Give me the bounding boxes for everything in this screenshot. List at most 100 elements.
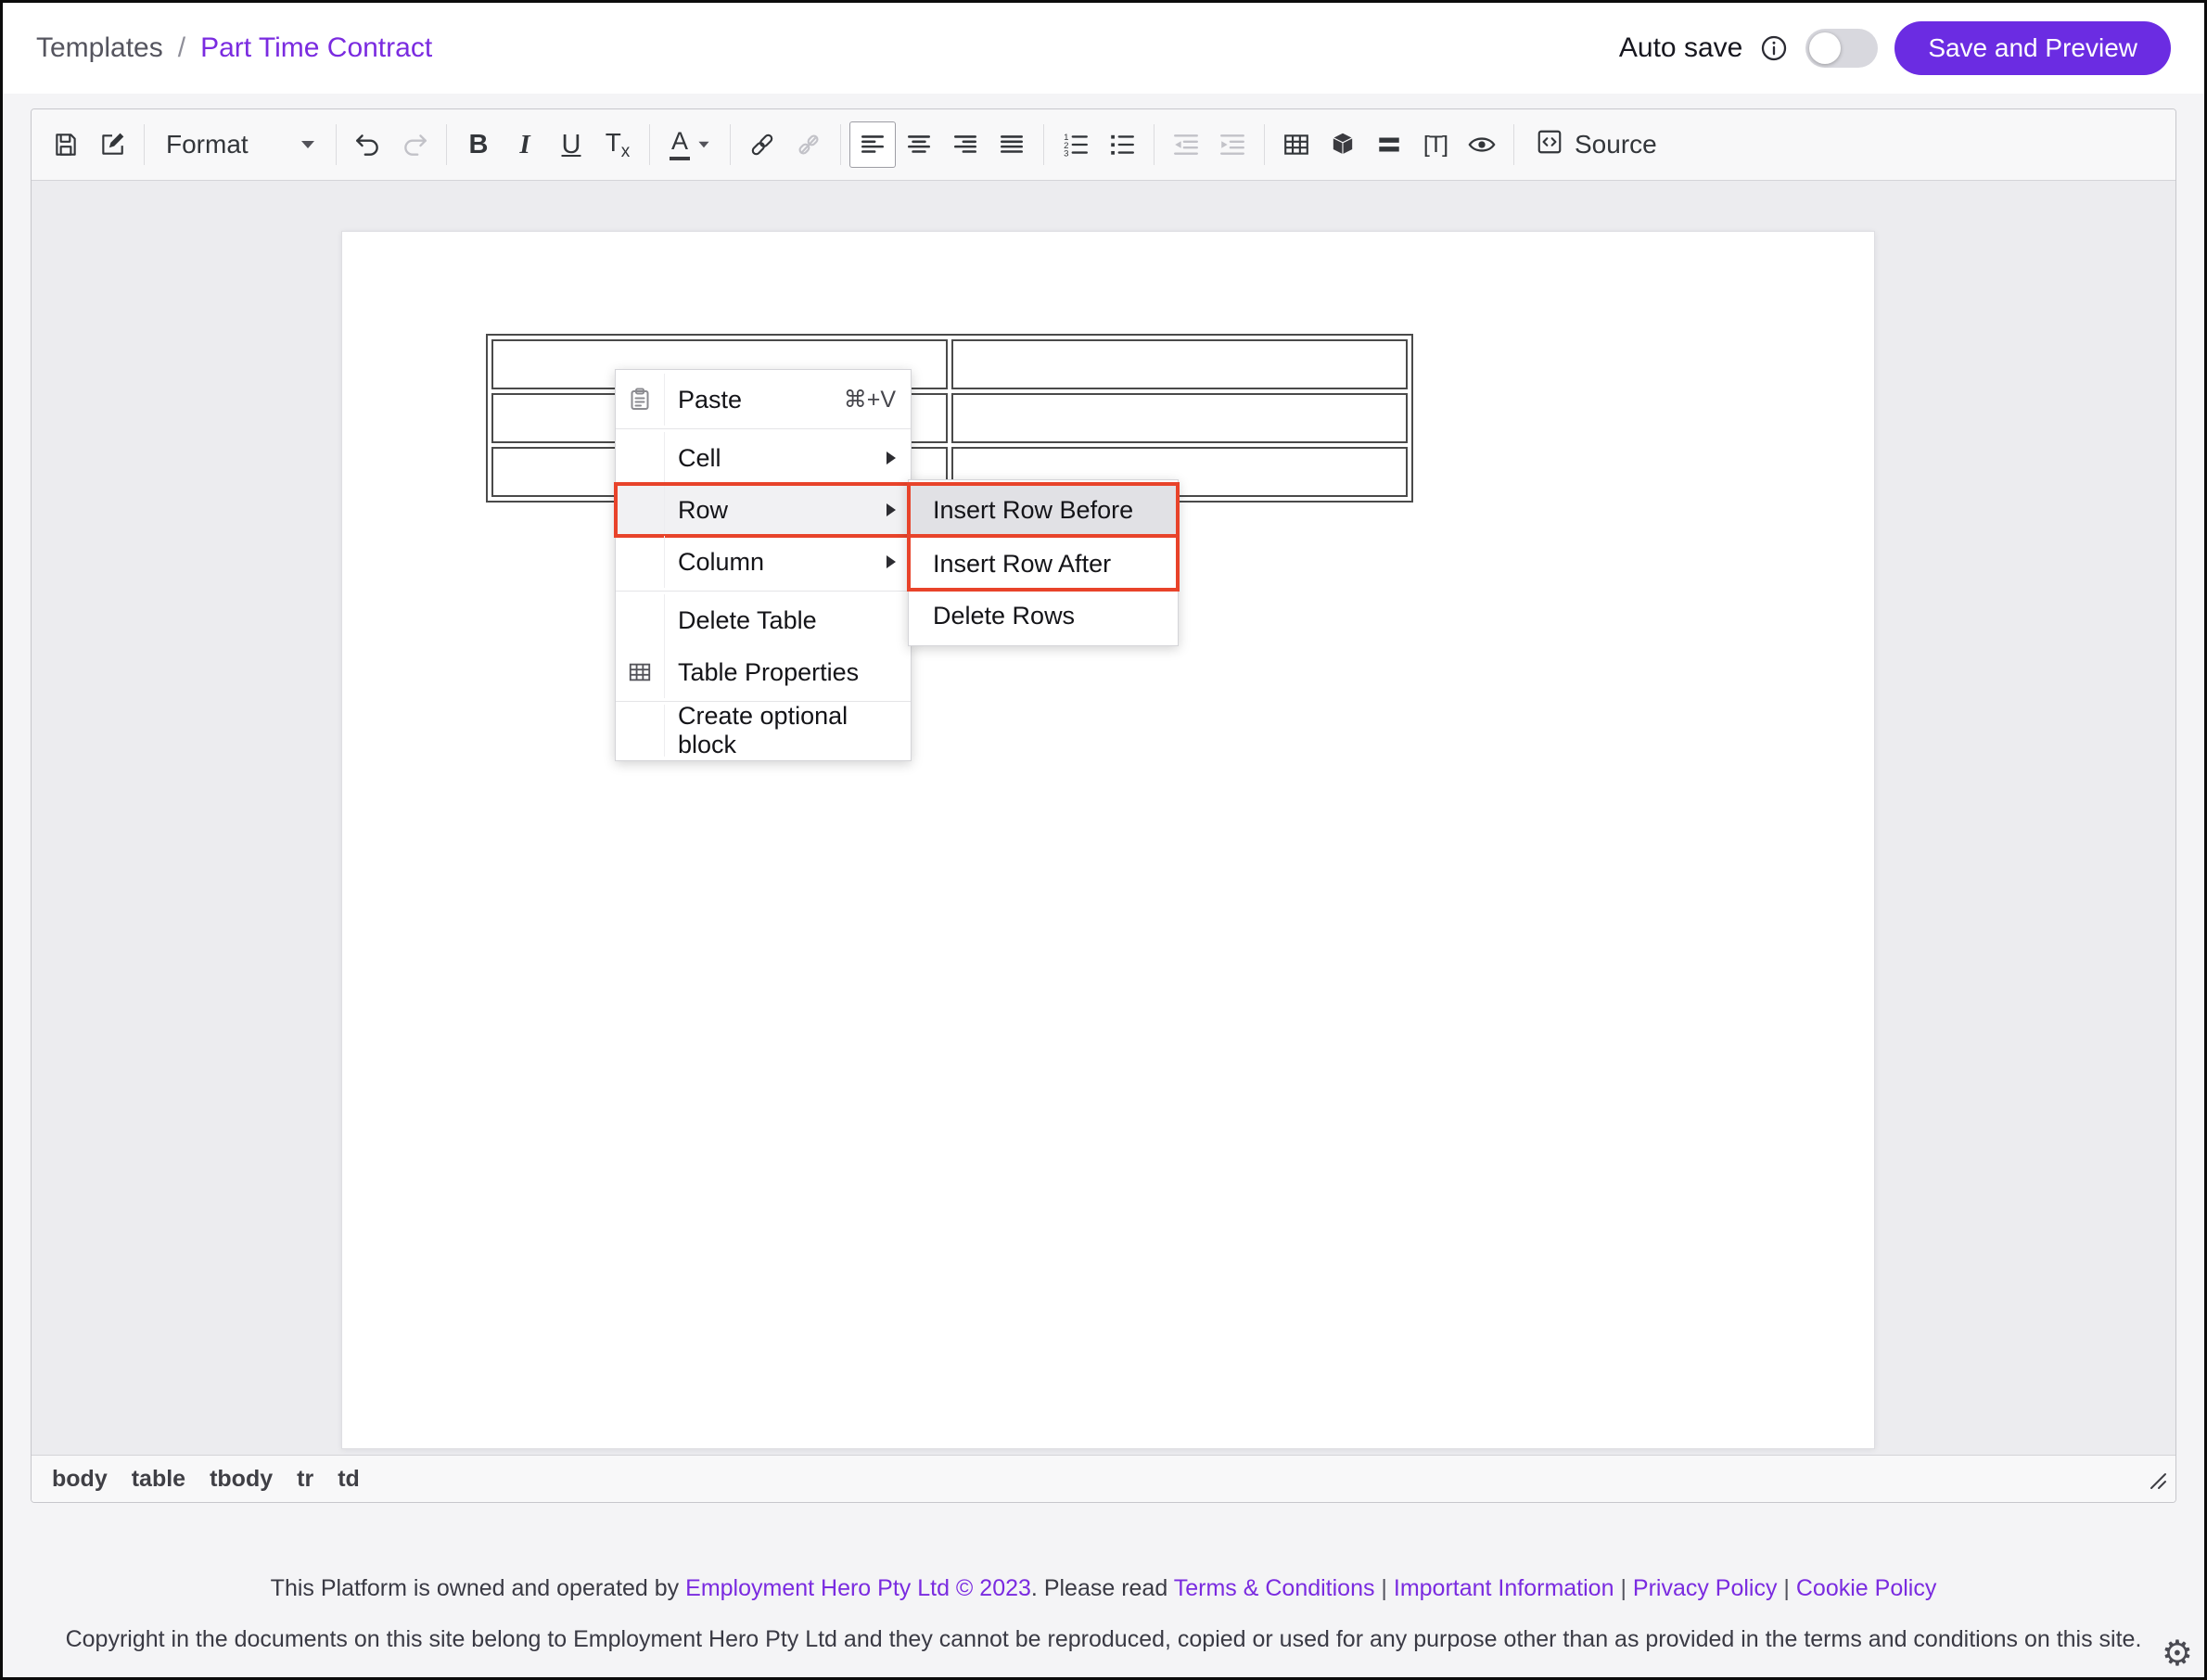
- menu-item-row[interactable]: Row: [616, 484, 911, 536]
- numbered-list-icon: 123: [1062, 131, 1090, 159]
- template-button[interactable]: [T]: [1412, 121, 1459, 168]
- edit-icon: [98, 131, 126, 159]
- insert-table-button[interactable]: [1273, 121, 1320, 168]
- bulleted-list-button[interactable]: [1099, 121, 1145, 168]
- submenu-item-label: Delete Rows: [933, 602, 1075, 630]
- info-icon[interactable]: [1759, 33, 1789, 63]
- submenu-item-insert-row-after[interactable]: Insert Row After: [909, 536, 1178, 590]
- redo-icon: [401, 131, 428, 159]
- footer-link-cookie-policy[interactable]: Cookie Policy: [1796, 1575, 1936, 1601]
- resize-handle-icon[interactable]: [2148, 1470, 2168, 1497]
- menu-separator: [616, 428, 911, 429]
- save-and-preview-button[interactable]: Save and Preview: [1894, 21, 2171, 75]
- insert-block-button[interactable]: [1320, 121, 1366, 168]
- preview-button[interactable]: [1459, 121, 1505, 168]
- elements-path-bar: body table tbody tr td: [32, 1455, 2175, 1502]
- breadcrumb-separator: /: [178, 32, 185, 64]
- menu-item-label: Column: [678, 548, 764, 577]
- toolbar-separator: [730, 124, 731, 165]
- table-cell[interactable]: [951, 393, 1408, 443]
- menu-item-label: Row: [678, 496, 728, 525]
- menu-item-table-properties[interactable]: Table Properties: [616, 646, 911, 698]
- page-break-button[interactable]: [1366, 121, 1412, 168]
- redo-button[interactable]: [391, 121, 438, 168]
- unlink-icon: [795, 131, 823, 159]
- menu-icon-spacer: [616, 705, 665, 757]
- path-item-table[interactable]: table: [132, 1466, 185, 1493]
- underline-button[interactable]: U: [548, 121, 594, 168]
- path-item-tr[interactable]: tr: [297, 1466, 313, 1493]
- italic-icon: I: [519, 130, 529, 160]
- path-item-tbody[interactable]: tbody: [210, 1466, 273, 1493]
- align-justify-button[interactable]: [989, 121, 1035, 168]
- menu-icon-spacer: [616, 536, 665, 588]
- outdent-button[interactable]: [1163, 121, 1209, 168]
- menu-icon-spacer: [616, 484, 665, 536]
- link-button[interactable]: [739, 121, 785, 168]
- menu-item-cell[interactable]: Cell: [616, 432, 911, 484]
- footer-separator: |: [1777, 1575, 1795, 1601]
- svg-text:3: 3: [1064, 148, 1068, 159]
- remove-format-button[interactable]: Tx: [594, 121, 641, 168]
- menu-item-column[interactable]: Column: [616, 536, 911, 588]
- toolbar-separator: [649, 124, 650, 165]
- template-icon: [T]: [1423, 132, 1448, 159]
- unlink-button[interactable]: [785, 121, 832, 168]
- edit-button[interactable]: [89, 121, 135, 168]
- footer-link-employment-hero[interactable]: Employment Hero Pty Ltd © 2023: [685, 1575, 1031, 1601]
- row-submenu: Insert Row Before Insert Row After Delet…: [908, 479, 1179, 646]
- submenu-item-delete-rows[interactable]: Delete Rows: [909, 590, 1178, 642]
- breadcrumb: Templates / Part Time Contract: [36, 32, 432, 64]
- toolbar-separator: [336, 124, 337, 165]
- menu-item-delete-table[interactable]: Delete Table: [616, 594, 911, 646]
- menu-item-label: Paste: [678, 386, 742, 414]
- auto-save-label: Auto save: [1619, 32, 1742, 64]
- align-left-button[interactable]: [849, 121, 896, 168]
- menu-item-shortcut: ⌘+V: [844, 386, 911, 414]
- footer-link-important-information[interactable]: Important Information: [1394, 1575, 1614, 1601]
- menu-icon-spacer: [616, 432, 665, 484]
- text-color-button[interactable]: A: [658, 121, 721, 168]
- breadcrumb-templates[interactable]: Templates: [36, 32, 163, 64]
- toolbar-separator: [144, 124, 145, 165]
- source-code-icon: [1536, 128, 1563, 162]
- submenu-item-insert-row-before[interactable]: Insert Row Before: [909, 484, 1178, 536]
- submenu-arrow-icon: [887, 452, 896, 465]
- italic-button[interactable]: I: [502, 121, 548, 168]
- page-footer: This Platform is owned and operated by E…: [3, 1503, 2204, 1653]
- cube-icon: [1329, 131, 1357, 159]
- menu-item-label: Cell: [678, 444, 721, 473]
- path-item-body[interactable]: body: [52, 1466, 108, 1493]
- save-button[interactable]: [43, 121, 89, 168]
- numbered-list-button[interactable]: 123: [1052, 121, 1099, 168]
- chevron-down-icon: [301, 141, 314, 148]
- toolbar-separator: [1043, 124, 1044, 165]
- footer-text: This Platform is owned and operated by: [271, 1575, 685, 1601]
- table-icon: [1282, 131, 1310, 159]
- auto-save-toggle[interactable]: [1805, 29, 1878, 68]
- footer-link-terms[interactable]: Terms & Conditions: [1174, 1575, 1375, 1601]
- footer-line1: This Platform is owned and operated by E…: [3, 1575, 2204, 1602]
- menu-item-paste[interactable]: Paste ⌘+V: [616, 374, 911, 426]
- footer-line2: Copyright in the documents on this site …: [21, 1626, 2186, 1653]
- submenu-arrow-icon: [887, 503, 896, 516]
- footer-separator: |: [1614, 1575, 1633, 1601]
- align-right-button[interactable]: [942, 121, 989, 168]
- table-cell[interactable]: [951, 339, 1408, 389]
- undo-icon: [354, 131, 382, 159]
- menu-item-create-optional-block[interactable]: Create optional block: [616, 705, 911, 757]
- bold-button[interactable]: B: [455, 121, 502, 168]
- align-center-button[interactable]: [896, 121, 942, 168]
- path-item-td[interactable]: td: [338, 1466, 360, 1493]
- undo-button[interactable]: [345, 121, 391, 168]
- source-button[interactable]: Source: [1523, 128, 1670, 162]
- indent-button[interactable]: [1209, 121, 1256, 168]
- footer-link-privacy-policy[interactable]: Privacy Policy: [1633, 1575, 1778, 1601]
- align-center-icon: [905, 131, 933, 159]
- menu-item-label: Delete Table: [678, 606, 817, 635]
- document-page[interactable]: [341, 231, 1875, 1449]
- horizontal-bars-icon: [1375, 131, 1403, 159]
- format-dropdown[interactable]: Format: [153, 130, 327, 159]
- gear-icon[interactable]: ⚙: [2162, 1633, 2193, 1674]
- toolbar-separator: [840, 124, 841, 165]
